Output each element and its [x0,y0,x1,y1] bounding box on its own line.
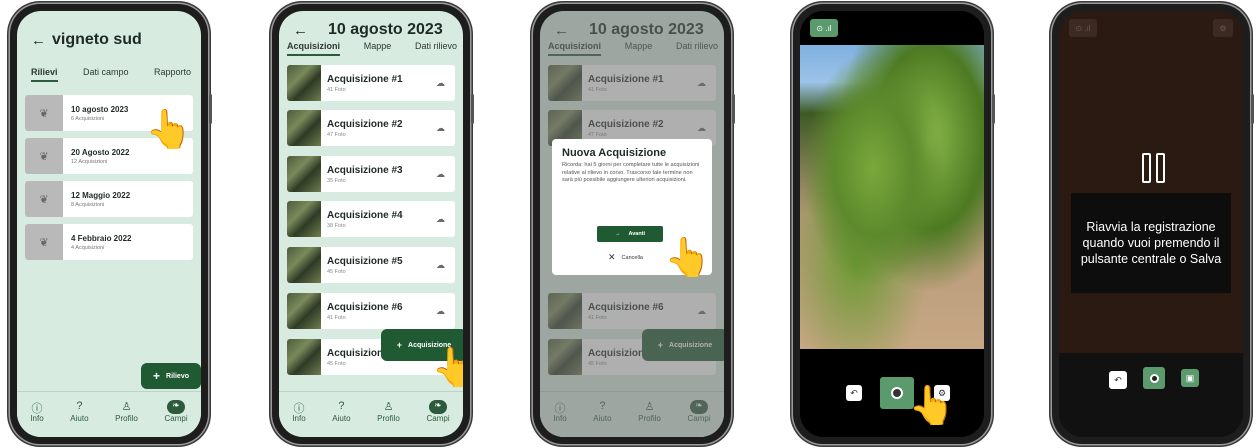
list-item[interactable]: Acquisizione #641 Foto☁ [287,293,455,329]
paused-message: Riavvia la registrazione quando vuoi pre… [1071,193,1231,293]
list-item[interactable]: ❦ 4 Febbraio 2022 4 Acquisizioni [25,224,193,260]
list-item[interactable]: Acquisizione #247 Foto☁ [287,110,455,146]
undo-icon[interactable]: ↶ [846,385,862,401]
vineyard-thumbnail [287,339,321,375]
avanti-button[interactable]: → Avanti [597,226,663,242]
grape-icon: ❦ [25,224,63,260]
undo-icon[interactable]: ↶ [1109,371,1127,389]
cloud-upload-icon[interactable]: ☁ [436,260,455,271]
screen-rilievi: ← vigneto sud Rilievi Dati campo Rapport… [17,11,201,437]
screen-acquisizioni: ← 10 agosto 2023 Acquisizioni Mappe Dati… [279,11,463,437]
tab-acquisizioni[interactable]: Acquisizioni [287,41,341,56]
vineyard-thumbnail [287,247,321,283]
page-title: ← 10 agosto 2023 [293,21,443,39]
record-icon [1149,373,1159,383]
tap-hand-icon: 👆 [145,109,193,151]
list-item[interactable]: Acquisizione #4 38 Foto ☁ [287,201,455,237]
gps-signal-icon: ⊙ .ıl [810,19,838,37]
nav-campi[interactable]: ❧Campi [427,400,450,423]
page-title: ← vigneto sud [31,31,142,49]
record-icon [891,387,903,399]
cloud-upload-icon[interactable]: ☁ [436,169,455,180]
list-item[interactable]: Acquisizione #3 35 Foto ☁ [287,156,455,192]
vineyard-thumbnail [287,156,321,192]
nav-info[interactable]: ⓘInfo [292,400,305,423]
grape-icon: ❦ [25,95,63,131]
grape-icon: ❦ [25,138,63,174]
phone-camera: ⊙ .ıl ↶ ⚙ 👆 [793,4,995,444]
vineyard-thumbnail [287,110,321,146]
camera-top-bar: ⊙ .ıl [800,11,984,45]
nav-campi[interactable]: ❧Campi [165,400,188,423]
bottom-nav: ⓘInfo ?Aiuto ♙Profilo ❧Campi [279,391,463,437]
list-item[interactable]: Acquisizione #5 45 Foto ☁ [287,247,455,283]
leaf-icon: ❧ [167,400,185,414]
cloud-upload-icon[interactable]: ☁ [436,214,455,225]
info-icon: ⓘ [31,403,43,415]
cancel-button[interactable]: ✕ Cancella [608,252,643,263]
phone-paused: ⊙ .ıl ⚙ Riavvia la registrazione quando … [1052,4,1254,444]
screen-paused: ⊙ .ıl ⚙ Riavvia la registrazione quando … [1059,11,1243,437]
dialog-title: Nuova Acquisizione [562,147,667,159]
tab-bar: Rilievi Dati campo Rapporto [17,67,201,82]
resume-record-button[interactable] [1143,367,1165,389]
add-rilievo-button[interactable]: + Rilievo [141,363,201,389]
tap-hand-icon: 👆 [664,237,712,279]
back-arrow-icon[interactable]: ← [31,32,46,49]
tab-dati-campo[interactable]: Dati campo [83,67,129,82]
vineyard-thumbnail [287,65,321,101]
user-icon: ♙ [383,401,394,413]
vineyard-thumbnail [287,201,321,237]
gps-signal-icon: ⊙ .ıl [1069,19,1097,37]
camera-controls: ↶ ⚙ [800,349,984,437]
phone-acquisizioni: ← 10 agosto 2023 Acquisizioni Mappe Dati… [272,4,474,444]
tab-rapporto[interactable]: Rapporto [154,67,191,82]
help-icon: ? [76,400,83,412]
back-arrow-icon[interactable]: ← [293,22,308,39]
cloud-upload-icon[interactable]: ☁ [436,78,455,89]
tab-dati-rilievo[interactable]: Dati rilievo [415,41,457,56]
tap-hand-icon: 👆 [431,347,463,389]
settings-gear-icon[interactable]: ⚙ [1213,19,1233,37]
tab-rilievi[interactable]: Rilievi [31,67,58,82]
nav-aiuto[interactable]: ?Aiuto [332,400,350,423]
save-icon[interactable]: ▣ [1181,369,1199,387]
user-icon: ♙ [121,401,132,413]
tap-hand-icon: 👆 [908,385,956,427]
screen-camera: ⊙ .ıl ↶ ⚙ 👆 [800,11,984,437]
pause-icon [1142,153,1165,183]
info-icon: ⓘ [293,403,305,415]
paused-controls: ↶ ▣ [1059,353,1243,437]
dialog-message: Ricorda: hai 5 giorni per completare tut… [562,162,700,184]
nav-profilo[interactable]: ♙Profilo [115,400,138,423]
list-item[interactable]: ❦ 12 Maggio 2022 8 Acquisizioni [25,181,193,217]
cloud-upload-icon[interactable]: ☁ [436,306,455,317]
camera-viewfinder [800,45,984,355]
vineyard-thumbnail [287,293,321,329]
nav-info[interactable]: ⓘInfo [30,400,43,423]
grape-icon: ❦ [25,181,63,217]
nav-profilo[interactable]: ♙Profilo [377,400,400,423]
bottom-nav: ⓘInfo ?Aiuto ♙Profilo ❧Campi [17,391,201,437]
screen-nuova-acquisizione: ← 10 agosto 2023 Acquisizioni Mappe Dati… [540,11,724,437]
tab-bar: Acquisizioni Mappe Dati rilievo [279,41,463,56]
close-icon: ✕ [608,252,616,262]
list-item[interactable]: Acquisizione #141 Foto☁ [287,65,455,101]
phone-rilievi: ← vigneto sud Rilievi Dati campo Rapport… [10,4,212,444]
tab-mappe[interactable]: Mappe [364,41,392,56]
phone-nuova-acquisizione: ← 10 agosto 2023 Acquisizioni Mappe Dati… [533,4,735,444]
help-icon: ? [338,400,345,412]
nav-aiuto[interactable]: ?Aiuto [70,400,88,423]
cloud-upload-icon[interactable]: ☁ [436,123,455,134]
leaf-icon: ❧ [429,400,447,414]
arrow-right-icon: → [614,231,621,237]
